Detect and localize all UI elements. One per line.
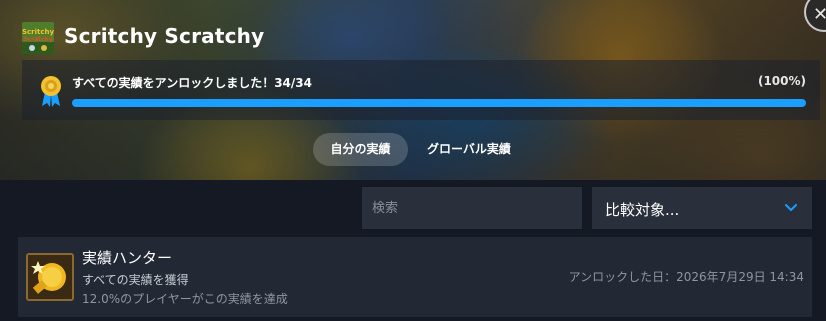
progress-bar (72, 99, 806, 107)
progress-percent: (100%) (757, 74, 806, 88)
compare-dropdown[interactable]: 比較対象... (592, 187, 812, 229)
search-input[interactable] (362, 187, 582, 229)
svg-text:Scratchy: Scratchy (23, 36, 53, 43)
progress-label: すべての実績をアンロックしました！34/34 (72, 76, 312, 90)
achievement-rarity: 12.0%のプレイヤーがこの実績を達成 (82, 292, 288, 306)
svg-text:Scritchy: Scritchy (22, 28, 54, 36)
achievement-unlock-date: アンロックした日：2026年7月29日 14:34 (568, 270, 804, 284)
chevron-down-icon (785, 204, 797, 211)
compare-dropdown-label: 比較対象... (605, 201, 680, 219)
progress-bar-fill (72, 99, 806, 107)
achievement-row[interactable]: 実績ハンター すべての実績を獲得 12.0%のプレイヤーがこの実績を達成 アンロ… (18, 237, 812, 317)
close-icon: ✕ (813, 4, 826, 25)
achievement-progress-panel: すべての実績をアンロックしました！34/34 (100%) (22, 60, 820, 120)
achievement-name: 実績ハンター (82, 249, 173, 267)
tab-my-achievements[interactable]: 自分の実績 (313, 133, 408, 166)
game-title: Scritchy Scratchy (64, 24, 265, 48)
gold-trophy-icon (26, 253, 74, 301)
tab-global-achievements[interactable]: グローバル実績 (413, 133, 525, 166)
award-ribbon-icon (41, 76, 61, 107)
achievement-description: すべての実績を獲得 (82, 273, 189, 287)
game-cover-icon: Scritchy Scratchy (22, 22, 54, 54)
